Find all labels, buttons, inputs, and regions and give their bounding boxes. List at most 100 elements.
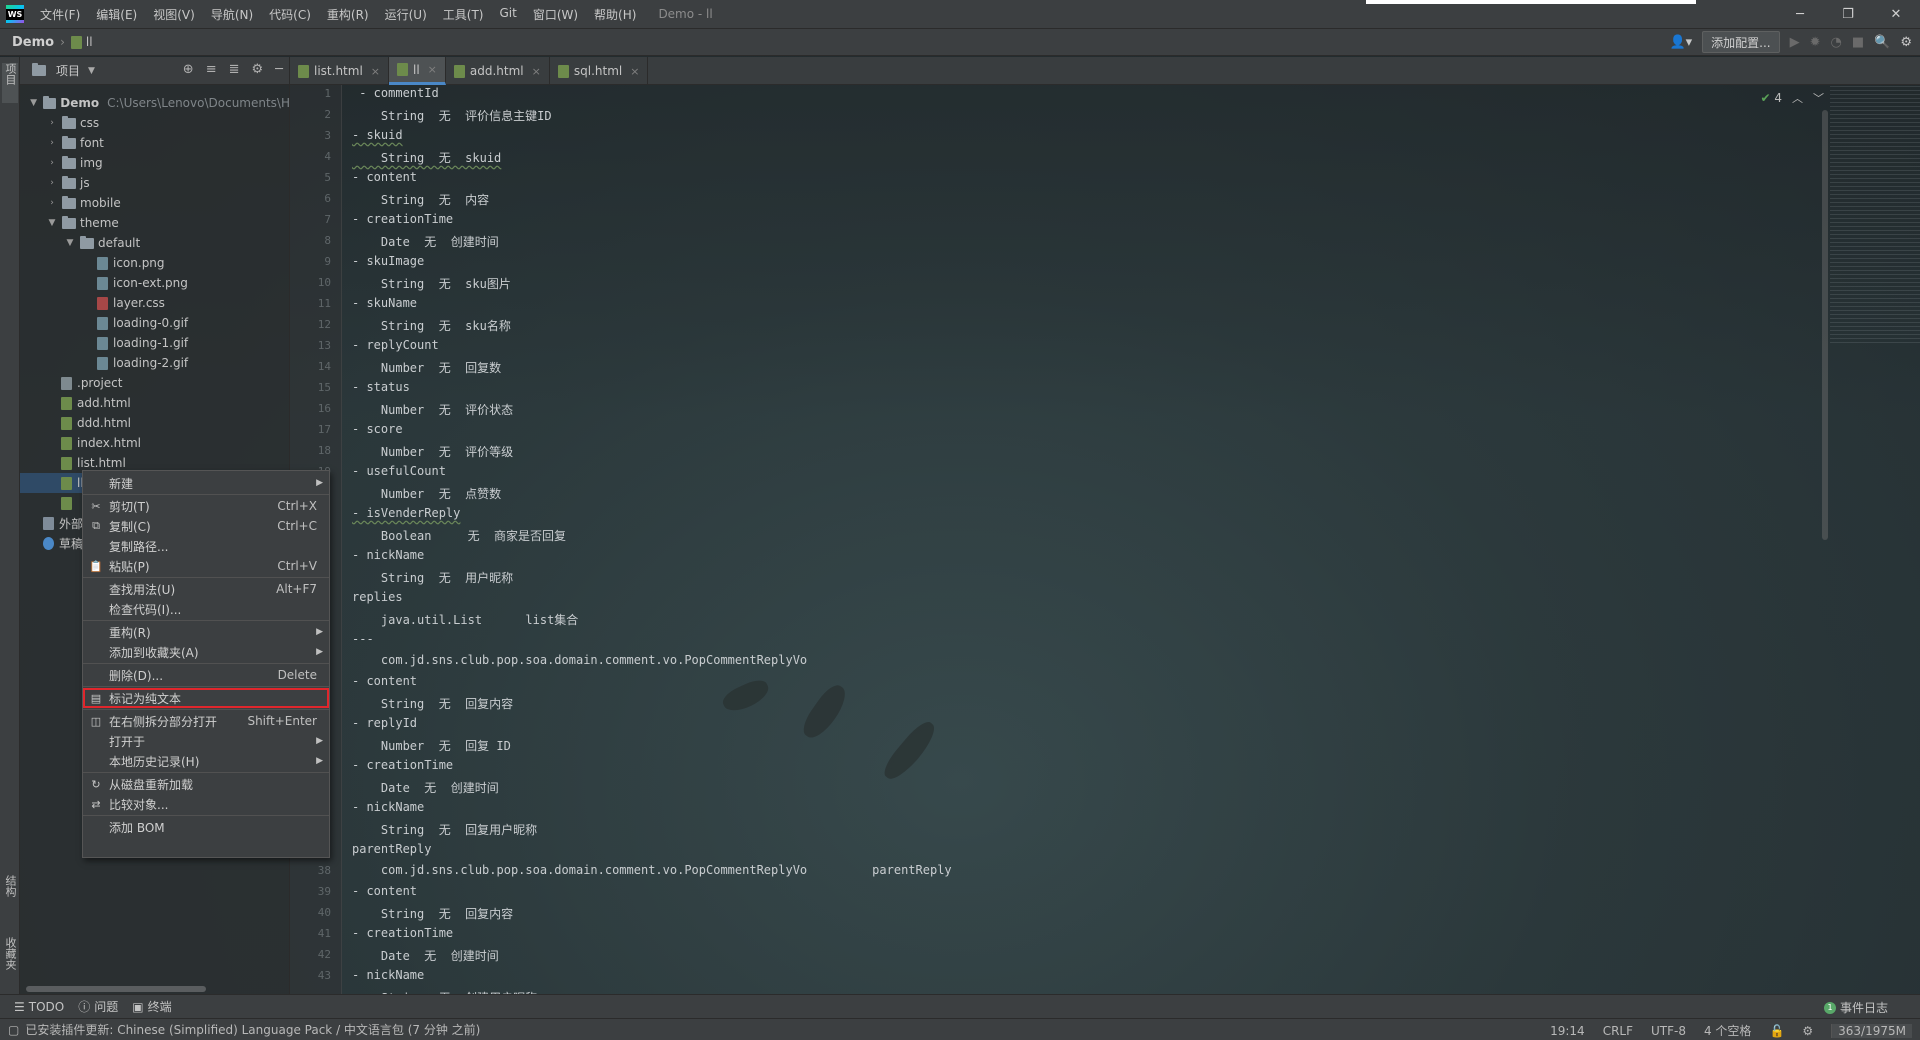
tree-item[interactable]: › font	[20, 133, 290, 153]
minimize-button[interactable]: ─	[1776, 0, 1824, 28]
todo-tool-button[interactable]: ☰ TODO	[14, 1000, 64, 1014]
close-window-button[interactable]: ✕	[1872, 0, 1920, 28]
search-icon[interactable]: 🔍	[1874, 35, 1890, 50]
add-configuration-button[interactable]: 添加配置...	[1702, 31, 1780, 53]
tree-item[interactable]: › mobile	[20, 193, 290, 213]
lock-icon[interactable]: 🔓	[1769, 1024, 1784, 1038]
menu-item[interactable]: 窗口(W)	[525, 6, 586, 23]
menu-item[interactable]: Git	[491, 6, 524, 23]
menu-item[interactable]: 帮助(H)	[586, 6, 644, 23]
restore-button[interactable]: ❐	[1824, 0, 1872, 28]
editor-tab[interactable]: ll ×	[389, 57, 446, 85]
git-icon[interactable]: ⚙	[1802, 1024, 1813, 1038]
editor-tab[interactable]: add.html ×	[446, 57, 550, 85]
context-menu-item[interactable]: ✂ 剪切(T) Ctrl+X	[83, 496, 329, 516]
chevron-down-icon[interactable]: ﹀	[1813, 90, 1824, 106]
chevron-icon[interactable]: ›	[46, 118, 58, 128]
horizontal-scrollbar[interactable]	[26, 986, 206, 992]
context-menu-item[interactable]: ↻ 从磁盘重新加载	[83, 774, 329, 794]
close-icon[interactable]: ×	[630, 65, 639, 78]
close-icon[interactable]: ×	[371, 65, 380, 78]
menu-item[interactable]: 视图(V)	[145, 6, 203, 23]
favorites-tool-tab[interactable]: 收藏夹	[2, 937, 18, 987]
indent-setting[interactable]: 4 个空格	[1704, 1022, 1751, 1039]
context-menu-item[interactable]: 📋 粘贴(P) Ctrl+V	[83, 556, 329, 576]
expand-all-icon[interactable]: ≡	[206, 62, 217, 77]
context-menu-item[interactable]: ◫ 在右侧拆分部分打开 Shift+Enter	[83, 711, 329, 731]
chevron-icon[interactable]: ›	[46, 198, 58, 208]
collapse-all-icon[interactable]: ≣	[229, 62, 240, 77]
hide-icon[interactable]: ─	[275, 62, 283, 77]
menu-item[interactable]: 导航(N)	[203, 6, 261, 23]
tree-item[interactable]: index.html	[20, 433, 290, 453]
inspection-widget[interactable]: ✔ 4 ︿ ﹀	[1760, 90, 1824, 106]
context-menu-item[interactable]: 复制路径...	[83, 536, 329, 556]
tree-item[interactable]: icon-ext.png	[20, 273, 290, 293]
tree-item[interactable]: loading-2.gif	[20, 353, 290, 373]
tree-item[interactable]: › js	[20, 173, 290, 193]
breadcrumb-project[interactable]: Demo	[12, 35, 54, 50]
context-menu-item[interactable]: 本地历史记录(H) ▶	[83, 751, 329, 771]
breadcrumb-file[interactable]: ll	[70, 35, 93, 49]
context-menu-item[interactable]: 重构(R) ▶	[83, 622, 329, 642]
status-message[interactable]: ▢ 已安装插件更新: Chinese (Simplified) Language …	[8, 1021, 480, 1038]
editor-tab[interactable]: sql.html ×	[550, 57, 649, 85]
chevron-icon[interactable]: ▼	[46, 218, 58, 228]
menu-item[interactable]: 运行(U)	[377, 6, 435, 23]
menu-item[interactable]: 代码(C)	[261, 6, 319, 23]
gear-icon[interactable]: ⚙	[1900, 35, 1912, 50]
context-menu-item[interactable]: 打开于 ▶	[83, 731, 329, 751]
tree-item[interactable]: ▼ default	[20, 233, 290, 253]
tree-item[interactable]: ▼ theme	[20, 213, 290, 233]
inspection-status[interactable]: ✔ 4	[1760, 91, 1782, 105]
context-menu-item[interactable]: 检查代码(I)...	[83, 599, 329, 619]
context-menu-item[interactable]: 删除(D)... Delete	[83, 665, 329, 685]
coverage-icon[interactable]: ◔	[1831, 35, 1842, 50]
gear-icon[interactable]: ⚙	[252, 62, 264, 77]
context-menu-item[interactable]: ⧉ 复制(C) Ctrl+C	[83, 516, 329, 536]
context-menu-item[interactable]: ▤ 标记为纯文本	[83, 688, 329, 708]
file-encoding[interactable]: UTF-8	[1651, 1024, 1686, 1038]
menu-item[interactable]: 工具(T)	[435, 6, 492, 23]
menu-item[interactable]: 重构(R)	[319, 6, 377, 23]
chevron-icon[interactable]: ▼	[28, 98, 39, 108]
close-icon[interactable]: ×	[428, 63, 437, 76]
chevron-icon[interactable]: ▼	[64, 238, 76, 248]
chevron-icon[interactable]: ›	[46, 178, 58, 188]
tree-item[interactable]: › img	[20, 153, 290, 173]
project-view-selector[interactable]: 项目	[56, 62, 80, 79]
editor-vertical-scrollbar[interactable]	[1822, 110, 1828, 540]
stop-icon[interactable]: ■	[1852, 35, 1864, 50]
locate-icon[interactable]: ⊕	[183, 62, 194, 77]
event-log-button[interactable]: 1 事件日志	[1823, 999, 1888, 1016]
caret-position[interactable]: 19:14	[1550, 1024, 1585, 1038]
context-menu-item[interactable]: ⇄ 比较对象...	[83, 794, 329, 814]
menu-item[interactable]: 文件(F)	[32, 6, 88, 23]
chevron-icon[interactable]: ›	[46, 138, 58, 148]
tree-item[interactable]: loading-0.gif	[20, 313, 290, 333]
project-tool-tab[interactable]: 项目	[2, 63, 18, 103]
menu-item[interactable]: 编辑(E)	[88, 6, 145, 23]
editor-minimap[interactable]	[1830, 86, 1920, 346]
line-separator[interactable]: CRLF	[1603, 1024, 1633, 1038]
chevron-down-icon[interactable]: ▼	[88, 66, 95, 76]
user-icon[interactable]: 👤▾	[1669, 35, 1692, 50]
problems-tool-button[interactable]: ⓘ 问题	[78, 998, 118, 1015]
close-icon[interactable]: ×	[532, 65, 541, 78]
tree-item[interactable]: ddd.html	[20, 413, 290, 433]
editor-tab[interactable]: list.html ×	[290, 57, 389, 85]
context-menu-item[interactable]: 新建 ▶	[83, 473, 329, 493]
run-icon[interactable]: ▶	[1790, 35, 1800, 50]
tree-item[interactable]: icon.png	[20, 253, 290, 273]
tree-item[interactable]: layer.css	[20, 293, 290, 313]
memory-indicator[interactable]: 363/1975M	[1831, 1023, 1912, 1038]
debug-icon[interactable]: ✹	[1810, 35, 1821, 50]
tree-item[interactable]: .project	[20, 373, 290, 393]
tree-item[interactable]: loading-1.gif	[20, 333, 290, 353]
chevron-icon[interactable]: ›	[46, 158, 58, 168]
context-menu-item[interactable]: 查找用法(U) Alt+F7	[83, 579, 329, 599]
tree-item[interactable]: ▼ Demo C:\Users\Lenovo\Documents\H	[20, 93, 290, 113]
chevron-up-icon[interactable]: ︿	[1792, 90, 1803, 106]
tree-item[interactable]: › css	[20, 113, 290, 133]
terminal-tool-button[interactable]: ▣ 终端	[132, 998, 171, 1015]
